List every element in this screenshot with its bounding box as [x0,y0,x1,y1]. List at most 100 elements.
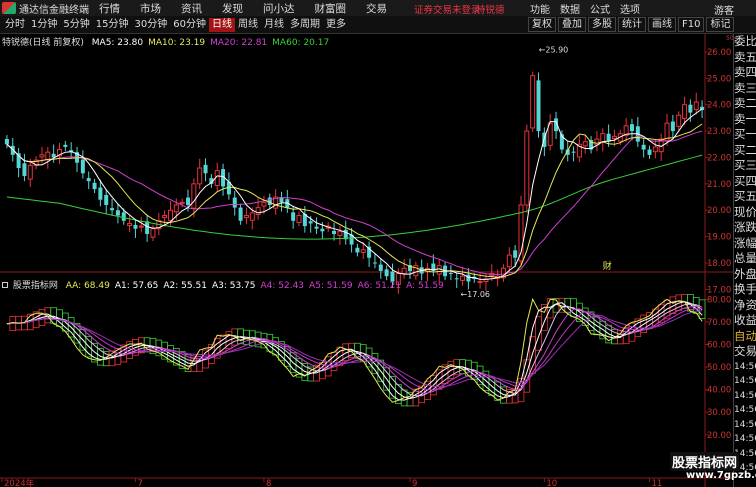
price-tick-label: 25.00 [707,74,731,84]
tool-button[interactable]: 多股 [588,17,616,32]
period-tab[interactable]: 分时 [2,18,28,32]
period-tab[interactable]: 日线 [208,18,235,32]
period-tab[interactable]: 15分钟 [93,18,132,32]
candle-down [454,278,459,280]
candle-down [536,80,541,132]
candle-down [104,194,109,205]
auto-trade-label[interactable]: 自动 [734,329,756,345]
tool-button[interactable]: 复权 [528,17,556,32]
candle-up [530,75,536,129]
indicator-tick-label: 50.00 [707,363,731,373]
menu-item[interactable]: 市场 [130,1,171,16]
trade-time: 14:56 [734,390,756,401]
indicator-title: 股票指标网 [12,281,58,291]
trade-time: 14:56 [734,361,756,372]
ma-legend-item: MA5: 23.80 [91,38,144,48]
period-tab[interactable]: 多周期 [287,18,323,32]
candle-up [360,249,366,253]
ma60-line [6,154,703,240]
date-label: 7 [137,479,142,487]
tool-button[interactable]: 标记 [706,17,735,32]
menu-item[interactable]: 财富圈 [305,1,357,16]
menu-item[interactable]: 行情 [89,1,130,16]
menu-item[interactable]: 资讯 [171,1,212,16]
candle-down [641,144,646,150]
candle-down [355,247,360,253]
price-tick-label: 19.00 [707,233,731,243]
tool-button[interactable]: F10 [678,17,705,32]
menu-item[interactable]: 问小达 [253,1,305,16]
candle-up [179,201,185,204]
candle-up [296,215,302,223]
sidebar-field: 买四 [734,173,756,188]
candle-up [249,212,255,221]
period-tab[interactable]: 更多 [323,18,349,32]
guest-login[interactable]: 游客 [714,2,734,17]
trade-label[interactable]: 交易 [734,344,756,360]
candle-up [652,146,658,153]
candle-up [150,228,156,238]
indicator-legend: 股票指标网 AA: 68.49 A1: 57.65 A2: 55.51 A3: 53.… [2,278,444,291]
sidebar-field: 卖一 [734,111,756,126]
period-tab[interactable]: 周线 [235,18,261,32]
period-tab[interactable]: 1分钟 [28,18,60,32]
candle-up [506,254,512,268]
tool-button[interactable]: 叠加 [558,17,586,32]
candle-up [45,151,51,161]
candle-up [243,215,249,219]
candle-down [203,164,208,174]
high-price-annotation: ←25.90 [539,46,569,55]
indicator-tick-label: 80.00 [707,295,731,305]
watermark-url: www.7gpzb.com [686,470,756,481]
menu-item[interactable]: 发现 [212,1,253,16]
period-tab[interactable]: 5分钟 [60,18,92,32]
period-tab[interactable]: 60分钟 [170,18,209,32]
indicator-legend-item: A3: 53.75 [211,281,256,291]
title-bar: 通达信金融终端 行情 市场 资讯 发现 问小达 财富圈 交易 证券交易未登录 特锐德 功能数… [0,0,756,17]
indicator-tick-label: 20.00 [707,431,731,441]
indicator-legend-item: A2: 55.51 [163,281,207,291]
candle-down [121,212,126,221]
menu-item[interactable]: 交易 [356,1,397,16]
ma5-line [6,108,703,280]
candle-up [401,267,407,275]
candle-down [513,250,518,258]
period-tab[interactable]: 月线 [261,18,287,32]
price-tick-label: 21.00 [707,180,731,190]
candle-up [693,101,699,110]
candle-up [173,204,179,213]
sidebar-field: 卖四 [734,65,756,79]
period-tab[interactable]: 30分钟 [131,18,170,32]
candle-up [582,141,588,147]
candle-down [110,208,115,211]
login-notice[interactable]: 证券交易未登录 [414,2,481,16]
indicator-tick-label: 60.00 [707,340,731,350]
candle-down [133,225,138,229]
date-label: 2024年 [4,478,35,487]
candle-down [232,197,237,208]
trade-time: 14:56 [734,434,756,444]
right-menu-item[interactable]: 数据 [560,1,580,16]
price-tick-label: 26.00 [707,48,731,58]
right-menu-item[interactable]: 公式 [590,1,610,16]
quote-sidebar: 委比 卖五 卖四 卖三 卖二 卖一 买一 买二 买三 买四 买五 现价 涨跌 涨幅 总量 外盘 换手 净资 收益 自动… [733,34,756,487]
period-tabs: 分时 1分钟 5分钟 15分钟 30分钟 60分钟 日线 周线 月线 多周期 更多 [2,18,349,32]
tool-button[interactable]: 统计 [618,17,646,32]
tool-button[interactable]: 画线 [648,17,676,32]
candle-up [682,104,688,119]
date-label: 10 [546,479,557,487]
sidebar-field: 卖三 [734,80,756,95]
right-menu-item[interactable]: 功能 [530,1,550,16]
candle-down [629,124,634,132]
sidebar-field: 买二 [734,142,756,157]
candle-up [436,265,442,275]
candle-down [4,138,9,145]
price-tick-label: 17.00 [707,285,731,295]
sidebar-field: 净资 [734,297,756,312]
trade-time: 14:56 [734,405,756,415]
candle-down [92,182,97,190]
chart-area[interactable]: 26.00 25.00 24.00 23.00 22.00 21.00 20.00 19.00… [0,34,733,487]
right-menu-item[interactable]: 选项 [620,1,640,16]
candle-down [308,221,313,224]
candle-down [647,149,652,155]
